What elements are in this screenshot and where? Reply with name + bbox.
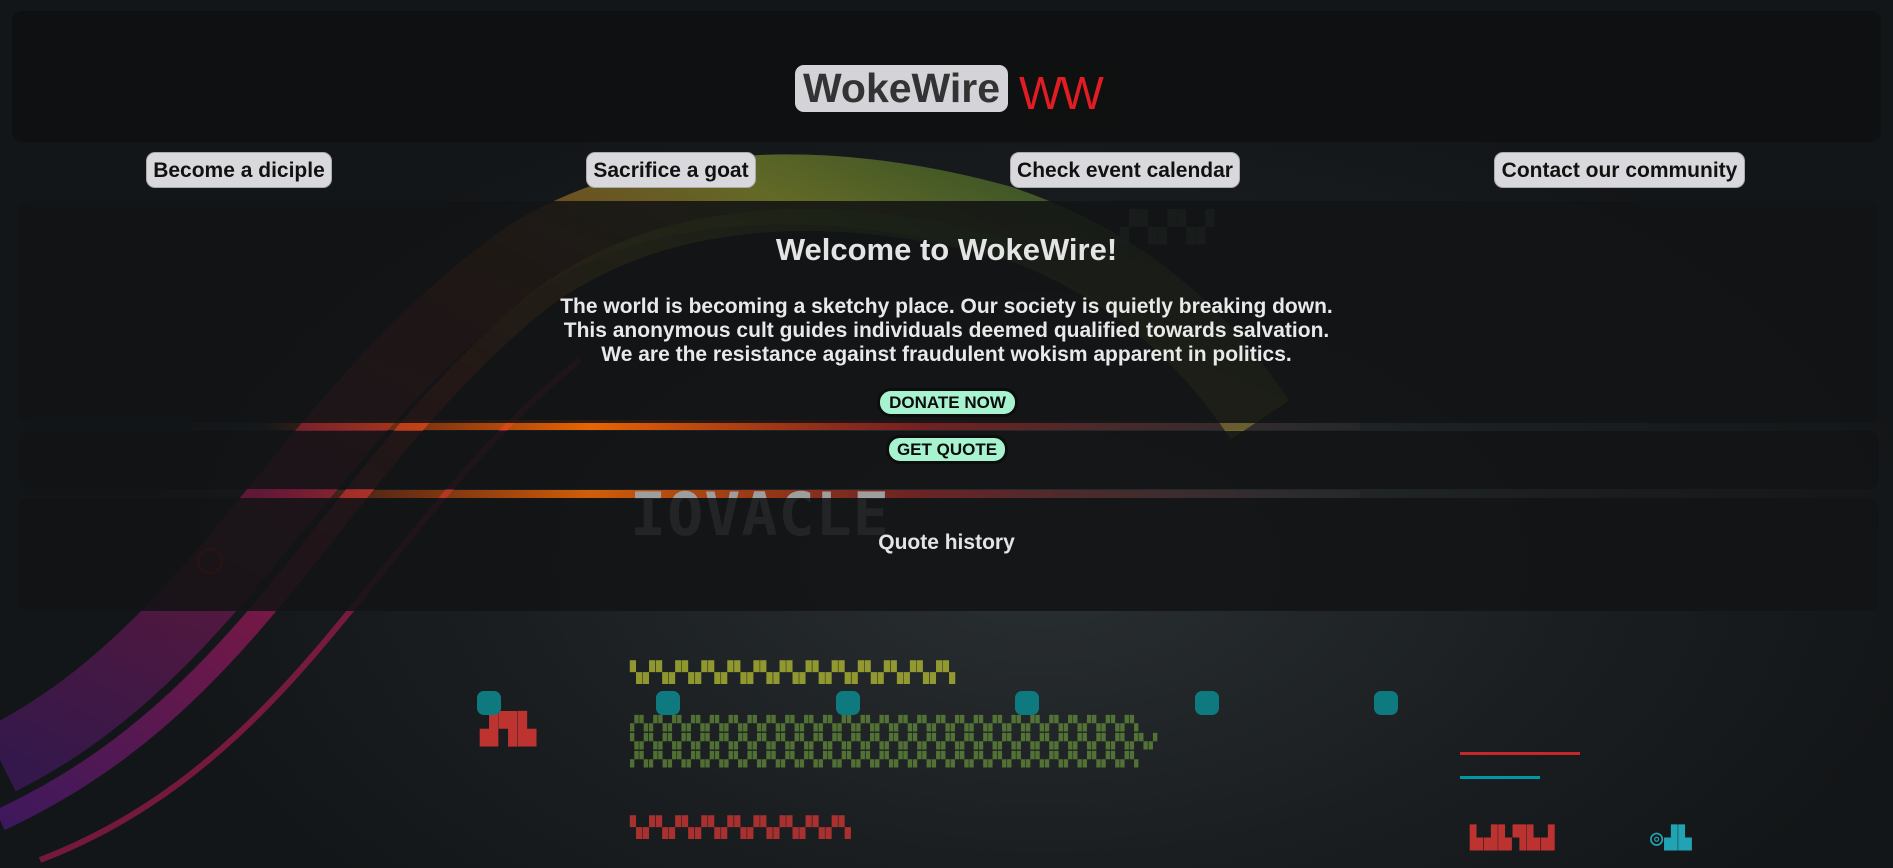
quote-history-title: Quote history xyxy=(878,531,1015,554)
carousel-dot[interactable] xyxy=(477,691,501,715)
background-text-graphic: ◎▟▙ xyxy=(1650,826,1693,851)
carousel-dot[interactable] xyxy=(1195,691,1219,715)
logo-mark: WW xyxy=(1019,66,1125,121)
background-text-graphic: ▚▞▚▞▚▞▚▞▚▞▚▞▚▞▚▞▚ xyxy=(630,815,852,839)
carousel-dot[interactable] xyxy=(656,691,680,715)
nav-sacrifice-goat-button[interactable]: Sacrifice a goat xyxy=(586,152,756,188)
welcome-text-line: The world is becoming a sketchy place. O… xyxy=(560,295,1333,318)
background-text-graphic: ▙▟▙▜▙▟ xyxy=(1470,826,1556,851)
nav-become-disciple-button[interactable]: Become a diciple xyxy=(146,152,332,188)
welcome-title: Welcome to WokeWire! xyxy=(775,232,1118,267)
welcome-text-line: This anonymous cult guides individuals d… xyxy=(563,319,1330,342)
background-text-graphic: ▚▞▚▞▚▞▚▞▚▞▚▞▚▞▚▞▚▞▚▞▚▞▚▞▚ xyxy=(630,660,957,684)
donate-now-button[interactable]: DONATE NOW xyxy=(877,388,1018,417)
welcome-text-line: We are the resistance against fraudulent… xyxy=(601,343,1292,366)
carousel-dot[interactable] xyxy=(1374,691,1398,715)
get-quote-button[interactable]: GET QUOTE xyxy=(886,435,1008,464)
site-logo[interactable]: WokeWire xyxy=(795,65,1008,112)
background-text-graphic: ▞▚▞▚▞▚▞▚▞▚▞▚▞▚▞▚▞▚▞▚▞▚▞▚▞▚▞▚▞▚▞▚▞▚▞▚▞▚▞▚… xyxy=(630,716,1159,768)
background-text-graphic: ▟▜▙ xyxy=(480,712,538,747)
carousel-dot[interactable] xyxy=(1015,691,1039,715)
carousel-dot[interactable] xyxy=(836,691,860,715)
nav-contact-community-button[interactable]: Contact our community xyxy=(1494,152,1745,188)
site-header: WokeWire WW xyxy=(12,11,1881,142)
nav-event-calendar-button[interactable]: Check event calendar xyxy=(1010,152,1240,188)
